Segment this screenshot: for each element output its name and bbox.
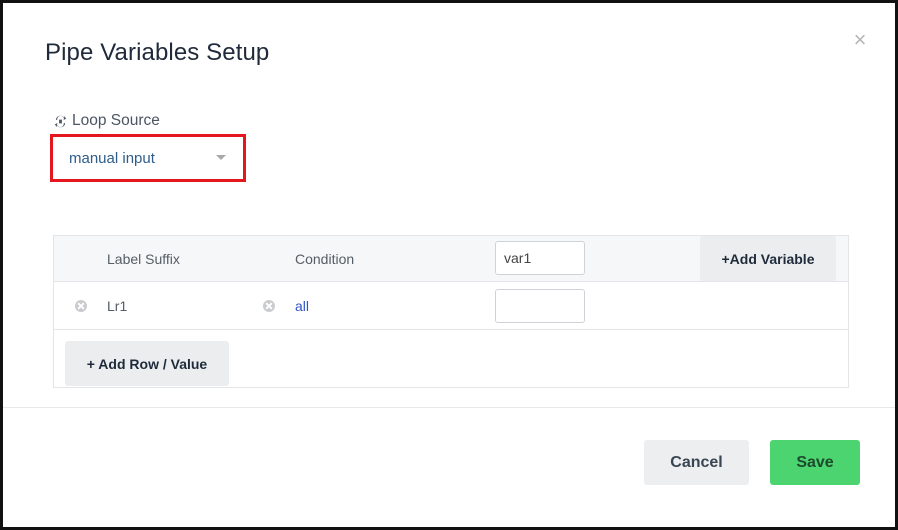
loop-source-selected-value: manual input xyxy=(69,149,155,167)
save-button[interactable]: Save xyxy=(770,440,860,485)
loop-source-select[interactable]: manual input xyxy=(58,142,238,174)
variables-table: Label Suffix Condition +Add Variable Lr1… xyxy=(53,235,849,388)
loop-icon xyxy=(54,115,67,127)
caret-down-icon xyxy=(216,155,226,160)
loop-source-label-text: Loop Source xyxy=(72,112,160,129)
loop-source-label: Loop Source xyxy=(53,112,160,130)
footer-divider xyxy=(3,407,895,408)
row-condition-link[interactable]: all xyxy=(295,298,309,314)
dialog-title: Pipe Variables Setup xyxy=(45,39,270,66)
table-row: Lr1 all xyxy=(54,282,848,330)
row-value-input[interactable] xyxy=(495,289,585,323)
header-label-suffix: Label Suffix xyxy=(107,251,180,267)
header-condition: Condition xyxy=(295,251,355,267)
remove-row-icon[interactable] xyxy=(75,300,87,312)
add-variable-button[interactable]: +Add Variable xyxy=(700,236,836,281)
cancel-button[interactable]: Cancel xyxy=(644,440,749,485)
close-icon[interactable]: × xyxy=(850,28,870,52)
add-row-value-button[interactable]: + Add Row / Value xyxy=(65,341,229,386)
remove-condition-icon[interactable] xyxy=(263,300,275,312)
variable-name-input[interactable] xyxy=(495,241,585,275)
row-label: Lr1 xyxy=(107,298,128,314)
table-header: Label Suffix Condition +Add Variable xyxy=(54,236,848,282)
